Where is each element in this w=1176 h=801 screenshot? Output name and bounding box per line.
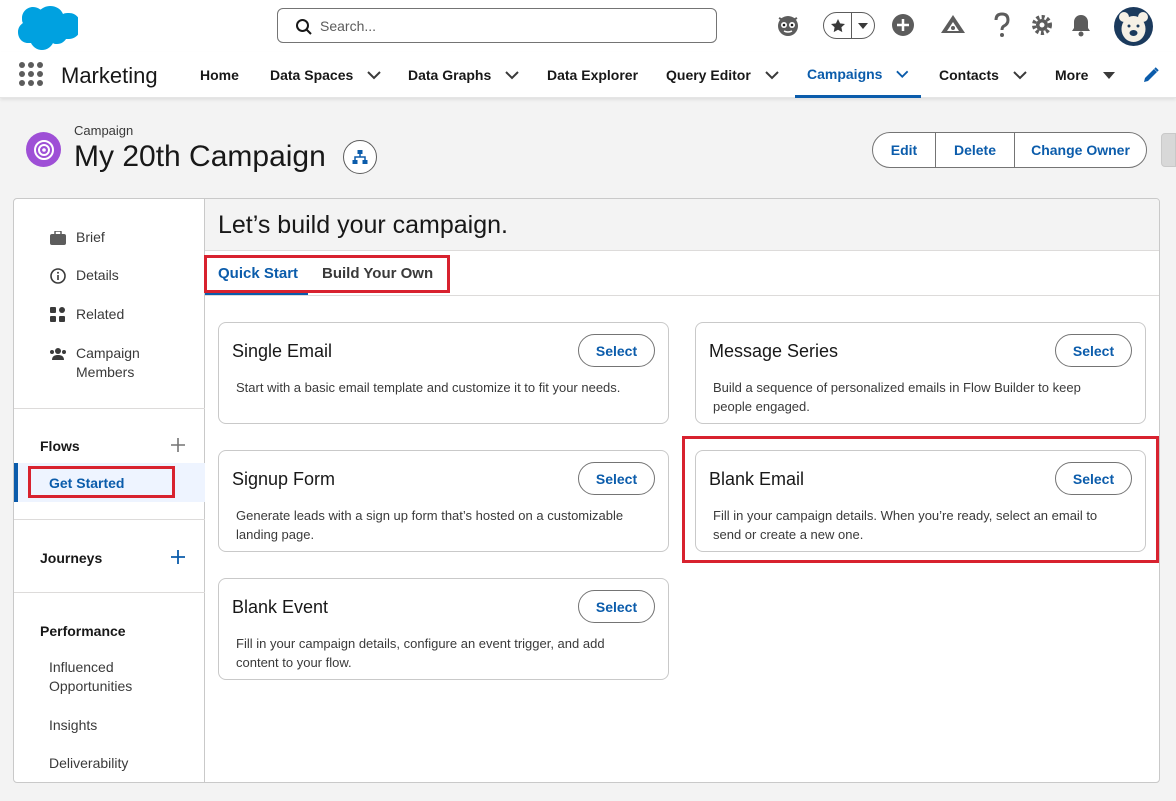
sidebar-item-insights[interactable]: Insights [49,716,97,735]
record-actions: Edit Delete Change Owner [872,132,1147,168]
performance-heading: Performance [40,623,126,639]
briefcase-icon [49,229,67,247]
add-icon[interactable] [890,12,916,38]
global-header: Search... [0,0,1176,52]
nav-item-data-explorer[interactable]: Data Explorer [547,52,638,98]
builder-heading: Let’s build your campaign. [218,211,508,239]
trailhead-icon[interactable] [940,12,966,38]
select-button[interactable]: Select [1055,334,1132,367]
hierarchy-button[interactable] [343,140,377,174]
option-description: Build a sequence of personalized emails … [713,380,1081,414]
sidebar-item-deliverability[interactable]: Deliverability [49,754,128,773]
caret-down-icon[interactable] [1102,70,1116,80]
salesforce-logo[interactable] [12,4,78,50]
app-launcher-icon[interactable] [19,62,43,86]
chevron-down-icon[interactable] [765,70,779,80]
page-title: My 20th Campaign [74,140,326,173]
info-icon [49,267,67,285]
help-icon[interactable] [989,12,1015,38]
highlight-tabs [204,255,450,293]
hierarchy-icon [352,150,368,164]
chevron-down-icon[interactable] [505,70,519,80]
app-nav-bar: Marketing Home Data Spaces Data Graphs D… [0,52,1176,98]
notifications-bell-icon[interactable] [1068,12,1094,38]
option-title: Message Series [709,341,839,361]
highlight-blank-email [682,436,1159,563]
favorites-button[interactable] [823,12,875,39]
chevron-down-icon[interactable] [1013,70,1027,80]
campaign-record-icon [26,132,61,167]
utility-panel-toggle[interactable] [1161,133,1176,167]
option-description: Start with a basic email template and cu… [236,380,621,395]
builder-heading-bar: Let’s build your campaign. [205,199,1159,251]
select-button[interactable]: Select [578,590,655,623]
edit-nav-pencil-icon[interactable] [1142,66,1160,84]
related-grid-icon [49,306,67,324]
nav-item-more[interactable]: More [1055,52,1116,98]
sidebar-item-label: Related [76,306,125,322]
nav-item-query-editor[interactable]: Query Editor [666,52,779,98]
sidebar-item-label: Details [76,267,119,283]
global-search-input[interactable]: Search... [277,8,717,43]
setup-gear-icon[interactable] [1029,12,1055,38]
divider [14,519,205,520]
sidebar-item-related[interactable]: Related [49,306,124,324]
option-title: Signup Form [232,469,336,489]
option-description: Generate leads with a sign up form that’… [236,508,624,542]
option-title: Blank Event [232,597,329,617]
add-journey-icon[interactable] [170,549,186,565]
divider [14,408,205,409]
user-avatar[interactable] [1114,7,1153,46]
sidebar-item-brief[interactable]: Brief [49,229,105,247]
sidebar-item-label: Brief [76,229,105,245]
app-name: Marketing [61,63,158,88]
change-owner-button[interactable]: Change Owner [1014,133,1146,167]
select-button[interactable]: Select [578,334,655,367]
option-title: Single Email [232,341,333,361]
record-type-label: Campaign [74,123,134,138]
sidebar-item-label: Campaign Members [76,345,140,380]
sidebar-item-influenced-opportunities[interactable]: Influenced Opportunities [49,658,159,696]
favorites-star-icon[interactable] [824,13,852,38]
option-description: Fill in your campaign details, configure… [236,636,605,670]
highlight-get-started [28,466,175,498]
add-flow-icon[interactable] [170,437,186,453]
chevron-down-icon[interactable] [896,69,909,79]
edit-button[interactable]: Edit [873,133,935,167]
option-card-signup-form: Signup Form Generate leads with a sign u… [218,450,669,552]
option-card-single-email: Single Email Start with a basic email te… [218,322,669,424]
search-icon [296,19,312,35]
sidebar-item-campaign-members[interactable]: Campaign Members [49,344,169,382]
flows-heading: Flows [40,438,80,454]
sidebar-item-details[interactable]: Details [49,267,119,285]
option-card-blank-event: Blank Event Fill in your campaign detail… [218,578,669,680]
nav-item-data-spaces[interactable]: Data Spaces [270,52,381,98]
divider [14,592,205,593]
nav-item-data-graphs[interactable]: Data Graphs [408,52,519,98]
select-button[interactable]: Select [578,462,655,495]
members-icon [49,345,67,363]
nav-item-home[interactable]: Home [200,52,239,98]
journeys-heading: Journeys [40,550,103,566]
delete-button[interactable]: Delete [935,133,1014,167]
chevron-down-icon[interactable] [852,13,874,38]
einstein-icon[interactable] [775,12,801,38]
option-card-message-series: Message Series Build a sequence of perso… [695,322,1146,424]
chevron-down-icon[interactable] [367,70,381,80]
search-placeholder: Search... [320,18,377,34]
nav-item-contacts[interactable]: Contacts [939,52,1027,98]
nav-item-campaigns[interactable]: Campaigns [795,52,921,98]
